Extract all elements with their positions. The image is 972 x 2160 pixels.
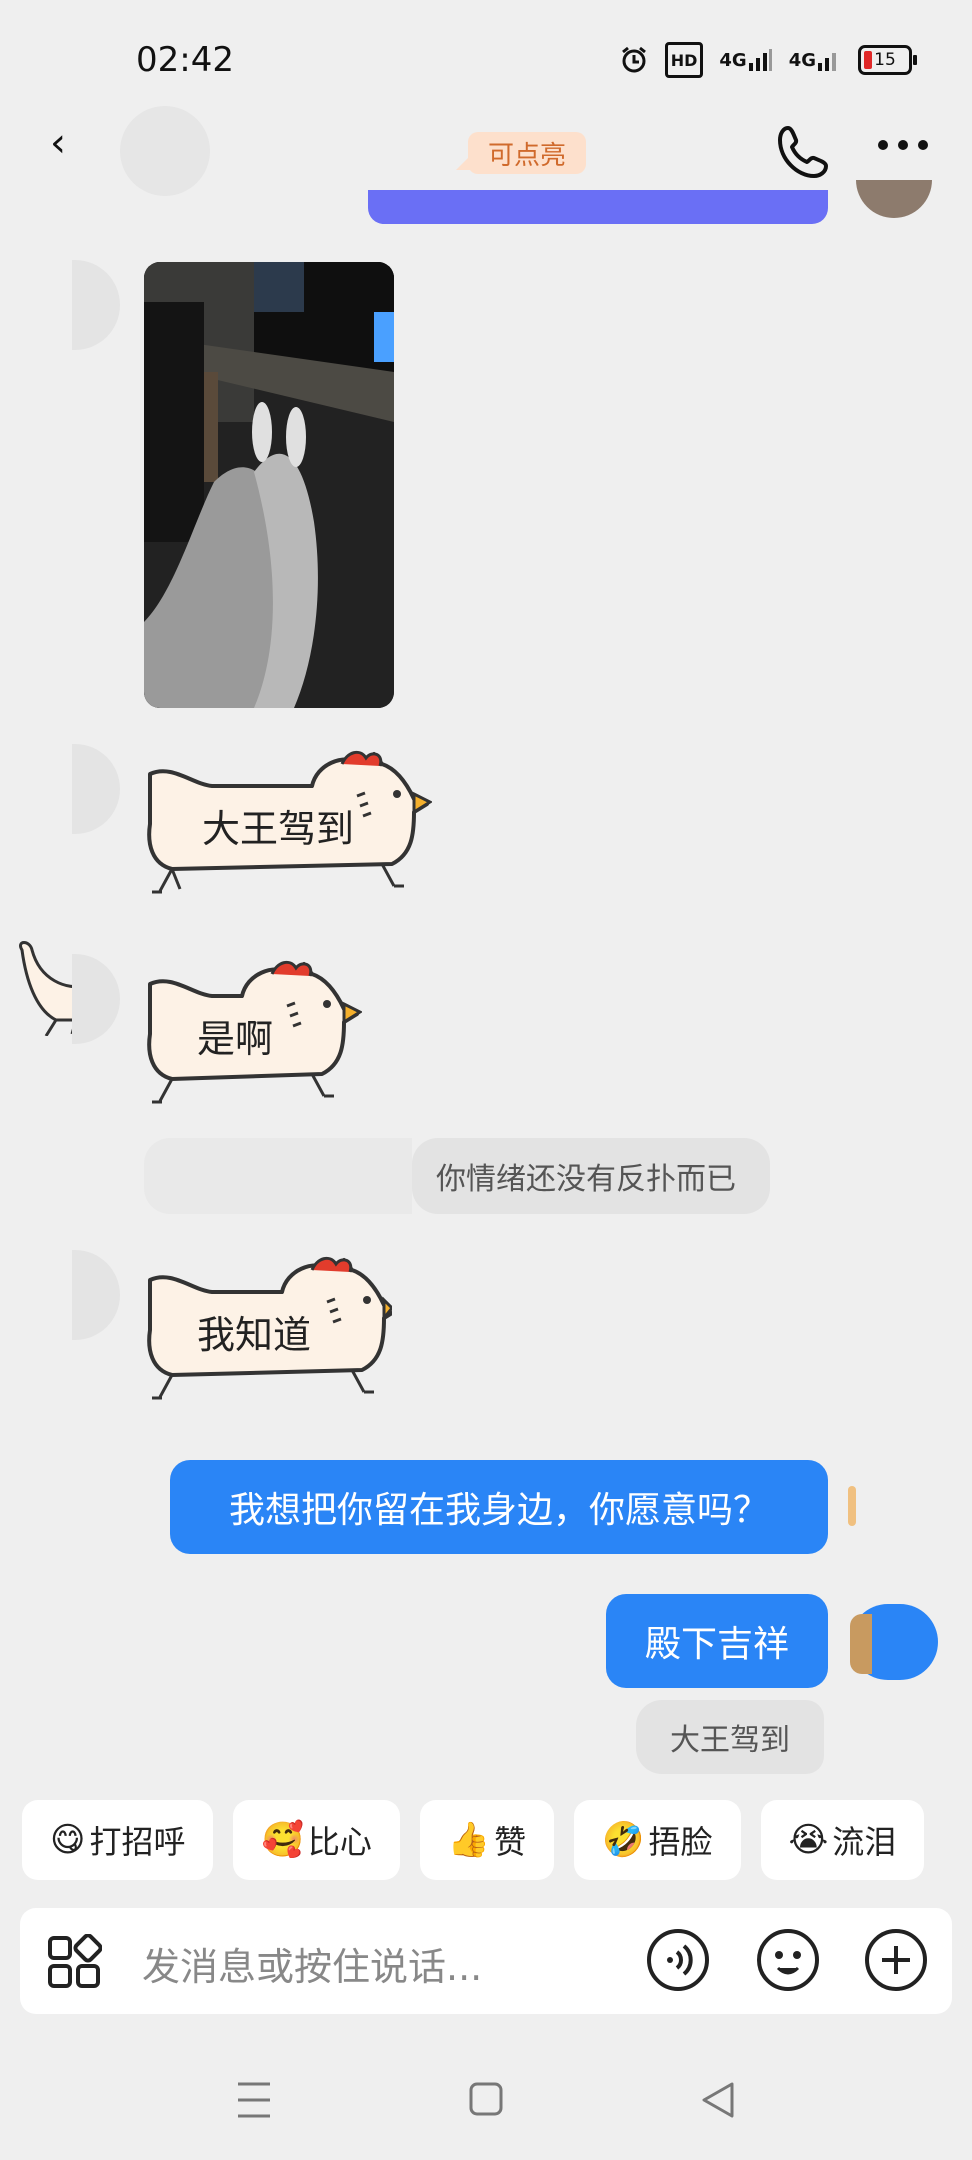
more-button[interactable]: [878, 140, 928, 150]
sticker-3-text: 我知道: [197, 1313, 311, 1357]
contact-avatar[interactable]: [120, 106, 210, 196]
chick-sticker-2[interactable]: 是啊: [142, 954, 362, 1124]
my-avatar[interactable]: [856, 180, 932, 218]
home-nav-icon[interactable]: [468, 2078, 504, 2122]
net-label-2: 4G: [788, 49, 816, 71]
photo-image: [144, 262, 394, 708]
dot: [898, 140, 908, 150]
plus-icon[interactable]: [864, 1928, 928, 1992]
emoji-icon[interactable]: [756, 1928, 820, 1992]
emoji-icon: 👍: [447, 1820, 491, 1860]
quote-blur: [144, 1138, 412, 1214]
chip-label: 比心: [307, 1823, 372, 1861]
chip-label: 赞: [494, 1823, 527, 1861]
quick-reply-like[interactable]: 👍 赞: [419, 1800, 555, 1880]
sticker-2-text: 是啊: [197, 1017, 273, 1061]
chip-label: 打招呼: [89, 1823, 186, 1861]
phone-icon[interactable]: [774, 122, 834, 182]
apps-grid-icon[interactable]: [46, 1934, 102, 1990]
status-icons: HD 4G 4G 15: [619, 42, 917, 78]
signal-4g-icon: 4G: [719, 45, 772, 75]
contact-avatar-small[interactable]: [72, 1250, 120, 1340]
net-label: 4G: [719, 49, 747, 71]
emoji-icon: 🥰: [261, 1820, 304, 1860]
quick-reply-facepalm[interactable]: 🤣 捂脸: [574, 1800, 741, 1880]
light-up-tag[interactable]: 可点亮: [455, 132, 587, 174]
signal-4g-icon-2: 4G: [789, 45, 842, 75]
dot: [918, 140, 928, 150]
hd-icon: HD: [664, 42, 704, 78]
my-avatar-edge: [848, 1486, 856, 1526]
alarm-icon: [621, 46, 646, 73]
previous-sent-bubble[interactable]: [368, 190, 828, 224]
quick-reply-cry[interactable]: 😭 流泪: [760, 1800, 925, 1880]
dot: [878, 140, 888, 150]
chick-sticker-1[interactable]: 大王驾到: [142, 744, 432, 914]
voice-icon[interactable]: [646, 1928, 710, 1992]
status-time: 02:42: [136, 40, 234, 80]
contact-avatar-small[interactable]: [72, 744, 120, 834]
quote-reply-text[interactable]: 你情绪还没有反扑而已: [412, 1138, 770, 1214]
sent-message-2[interactable]: 殿下吉祥: [606, 1594, 828, 1688]
quick-reply-heart[interactable]: 🥰 比心: [233, 1800, 400, 1880]
sent-message-1[interactable]: 我想把你留在我身边，你愿意吗？: [170, 1460, 828, 1554]
emoji-icon: 😋: [50, 1820, 86, 1860]
battery-level: 15: [874, 50, 896, 70]
my-avatar[interactable]: [850, 1604, 938, 1680]
chick-sticker-3[interactable]: 我知道: [142, 1250, 392, 1420]
chip-label: 捂脸: [648, 1823, 713, 1861]
quote-sent-text[interactable]: 大王驾到: [636, 1700, 824, 1774]
back-nav-icon[interactable]: [700, 2078, 736, 2122]
quick-replies: 😋 打招呼 🥰 比心 👍 赞 🤣 捂脸 😭 流泪: [22, 1800, 925, 1880]
emoji-icon: 😭: [788, 1820, 829, 1860]
message-input[interactable]: 发消息或按住说话...: [142, 1936, 482, 1991]
emoji-icon: 🤣: [602, 1820, 645, 1860]
contact-avatar-small[interactable]: [72, 954, 120, 1044]
chip-label: 流泪: [832, 1823, 897, 1861]
quick-reply-greet[interactable]: 😋 打招呼: [22, 1800, 214, 1880]
sticker-1-text: 大王驾到: [202, 807, 354, 851]
chevron-left-icon: ‹: [50, 120, 66, 166]
contact-avatar-small[interactable]: [72, 260, 120, 350]
menu-nav-icon[interactable]: [236, 2078, 272, 2122]
photo-message[interactable]: [144, 262, 394, 708]
battery-icon: 15: [858, 45, 917, 75]
back-button[interactable]: ‹: [50, 120, 66, 166]
